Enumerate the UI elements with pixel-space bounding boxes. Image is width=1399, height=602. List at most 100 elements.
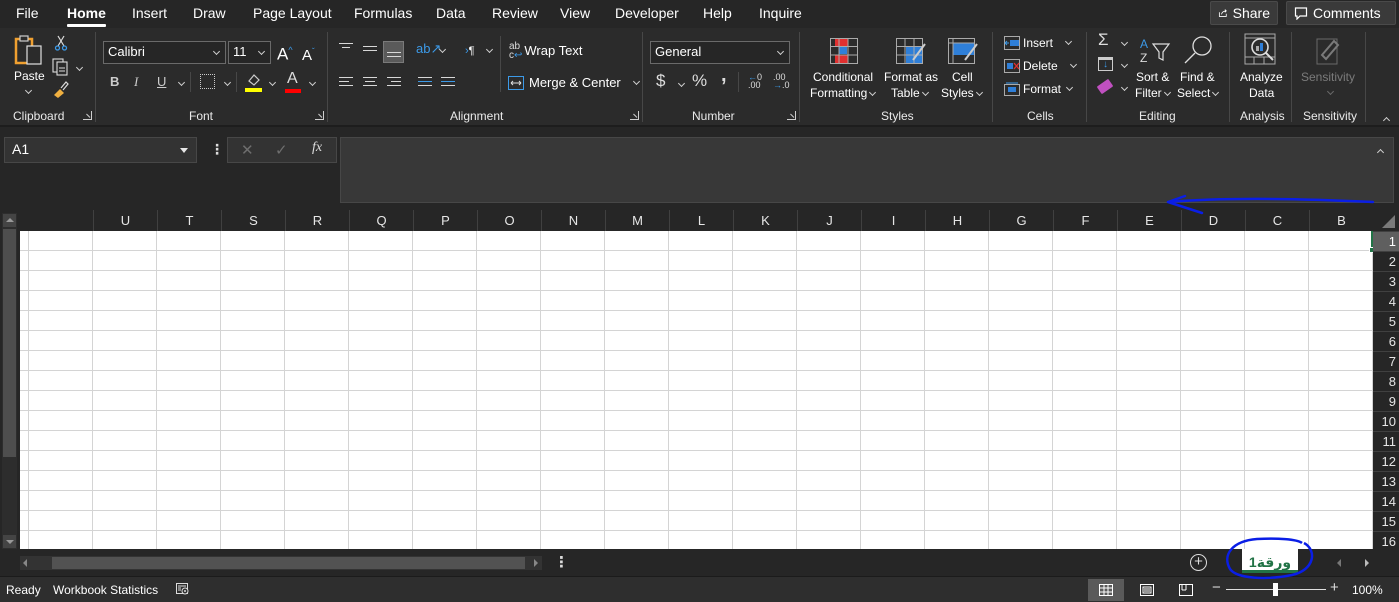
horizontal-scrollbar[interactable] <box>20 556 542 570</box>
scroll-down-button[interactable] <box>3 535 16 548</box>
horizontal-scroll-thumb[interactable] <box>52 557 525 569</box>
copy-dropdown-icon[interactable] <box>75 63 84 72</box>
row-header-10[interactable]: 10 <box>1373 411 1399 431</box>
font-color-dropdown-icon[interactable] <box>308 78 317 87</box>
column-header-m[interactable]: M <box>605 210 669 231</box>
copy-button[interactable] <box>52 58 70 81</box>
font-name-select[interactable]: Calibri <box>103 41 226 64</box>
row-header-15[interactable]: 15 <box>1373 511 1399 531</box>
comma-button[interactable]: , <box>721 65 727 85</box>
row-header-4[interactable]: 4 <box>1373 291 1399 311</box>
find-select-button[interactable] <box>1182 35 1214 70</box>
tab-inquire[interactable]: Inquire <box>759 5 802 21</box>
number-launcher[interactable] <box>787 111 796 120</box>
sort-filter-button[interactable]: AZ <box>1139 36 1171 69</box>
tab-page-layout[interactable]: Page Layout <box>253 5 332 21</box>
zoom-level[interactable]: 100% <box>1352 583 1383 597</box>
fill-color-dropdown-icon[interactable] <box>268 78 277 87</box>
align-right-icon[interactable] <box>387 77 401 89</box>
workbook-statistics-button[interactable]: Workbook Statistics <box>53 583 158 597</box>
column-header-l[interactable]: L <box>669 210 733 231</box>
vertical-scrollbar[interactable] <box>2 213 17 549</box>
formula-input[interactable] <box>340 137 1394 203</box>
bold-button[interactable]: B <box>110 74 119 90</box>
borders-button[interactable] <box>200 74 215 89</box>
column-header-q[interactable]: Q <box>349 210 413 231</box>
column-header-r[interactable]: R <box>285 210 349 231</box>
tab-file[interactable]: File <box>16 5 39 21</box>
column-header-j[interactable]: J <box>797 210 861 231</box>
format-cells-button[interactable]: Format <box>1004 81 1074 97</box>
tab-developer[interactable]: Developer <box>615 5 679 21</box>
column-header-g[interactable]: G <box>989 210 1053 231</box>
scroll-left-button[interactable] <box>23 559 27 567</box>
column-header-c[interactable]: C <box>1245 210 1309 231</box>
align-top-icon[interactable] <box>339 43 353 51</box>
column-header-b[interactable]: B <box>1309 210 1373 231</box>
underline-button[interactable]: U <box>157 74 166 90</box>
row-header-16[interactable]: 16 <box>1373 531 1399 551</box>
font-launcher[interactable] <box>315 111 324 120</box>
increase-decimal-icon[interactable]: ←0.00 <box>748 73 762 90</box>
scroll-right-button[interactable] <box>534 559 538 567</box>
page-break-view-button[interactable] <box>1168 579 1204 601</box>
number-format-select[interactable]: General <box>650 41 790 64</box>
enter-icon[interactable]: ✓ <box>275 141 288 159</box>
tab-data[interactable]: Data <box>436 5 466 21</box>
row-header-2[interactable]: 2 <box>1373 251 1399 271</box>
zoom-out-button[interactable]: − <box>1212 579 1221 596</box>
alignment-launcher[interactable] <box>630 111 639 120</box>
font-size-select[interactable]: 11 <box>228 41 271 64</box>
row-header-14[interactable]: 14 <box>1373 491 1399 511</box>
tab-insert[interactable]: Insert <box>132 5 167 21</box>
tab-home[interactable]: Home <box>67 5 106 27</box>
conditional-formatting-button[interactable] <box>830 38 858 69</box>
column-header-k[interactable]: K <box>733 210 797 231</box>
align-left-icon[interactable] <box>339 77 353 89</box>
align-center-icon[interactable] <box>363 77 377 89</box>
select-all-button[interactable] <box>1373 210 1399 231</box>
paste-button[interactable] <box>14 34 46 70</box>
insert-function-icon[interactable]: fx <box>312 140 322 156</box>
row-header-13[interactable]: 13 <box>1373 471 1399 491</box>
cell-area[interactable] <box>20 231 1373 549</box>
share-button[interactable]: Share <box>1210 1 1278 25</box>
zoom-in-button[interactable]: + <box>1330 579 1339 596</box>
column-header-e[interactable]: E <box>1117 210 1181 231</box>
paste-dropdown-icon[interactable] <box>24 86 33 95</box>
normal-view-button[interactable] <box>1088 579 1124 601</box>
tab-view[interactable]: View <box>560 5 590 21</box>
comments-button[interactable]: Comments <box>1286 1 1396 25</box>
name-box-dropdown-icon[interactable] <box>180 148 188 153</box>
currency-dropdown-icon[interactable] <box>677 79 686 88</box>
scroll-up-button[interactable] <box>3 214 16 227</box>
row-header-7[interactable]: 7 <box>1373 351 1399 371</box>
row-header-5[interactable]: 5 <box>1373 311 1399 331</box>
increase-indent-icon[interactable] <box>418 77 432 89</box>
fill-icon[interactable]: ↓ <box>1098 57 1113 71</box>
collapse-formula-bar-icon[interactable] <box>1376 148 1385 157</box>
next-sheet-icon[interactable] <box>1365 559 1369 567</box>
autosum-icon[interactable]: Σ <box>1098 31 1109 48</box>
column-header-d[interactable]: D <box>1181 210 1245 231</box>
tab-review[interactable]: Review <box>492 5 538 21</box>
column-header-f[interactable]: F <box>1053 210 1117 231</box>
clipboard-launcher[interactable] <box>83 111 92 120</box>
column-header-h[interactable]: H <box>925 210 989 231</box>
cancel-icon[interactable]: ✕ <box>241 141 254 159</box>
add-sheet-button[interactable]: + <box>1190 554 1207 571</box>
row-header-9[interactable]: 9 <box>1373 391 1399 411</box>
merge-center-button[interactable]: Merge & Center <box>508 75 640 91</box>
tab-formulas[interactable]: Formulas <box>354 5 412 21</box>
vertical-scroll-thumb[interactable] <box>3 229 16 457</box>
cut-button[interactable] <box>54 35 68 56</box>
accessibility-icon[interactable] <box>176 583 190 596</box>
text-direction-icon[interactable]: ›¶ <box>465 43 475 59</box>
row-header-1[interactable]: 1 <box>1373 231 1399 251</box>
wrap-text-button[interactable]: ab c↩ Wrap Text <box>509 42 582 61</box>
align-middle-icon[interactable] <box>363 46 377 54</box>
page-layout-view-button[interactable] <box>1129 579 1165 601</box>
delete-cells-button[interactable]: Delete <box>1004 58 1077 74</box>
sheet-options-icon[interactable]: ⋮ <box>554 553 569 571</box>
column-header-t[interactable]: T <box>157 210 221 231</box>
